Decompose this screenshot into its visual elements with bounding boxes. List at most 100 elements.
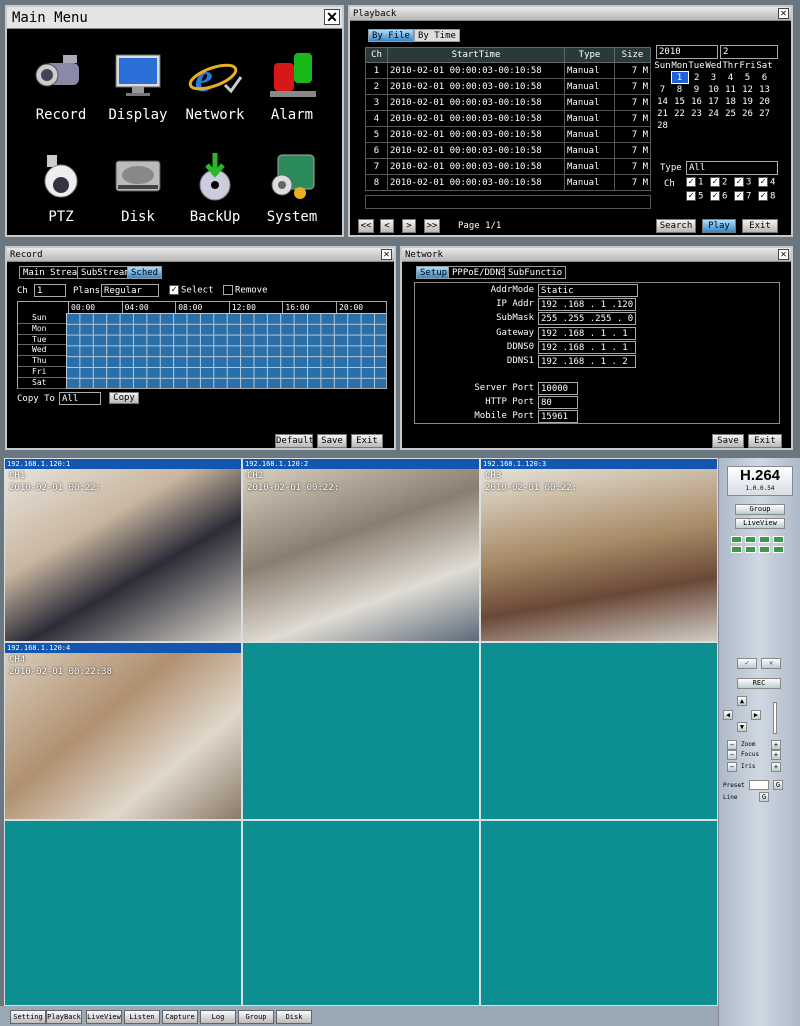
tab-main-stream[interactable]: Main Strea [19,266,82,279]
network-port-input[interactable]: 15961 [538,410,578,424]
nav-next-button[interactable]: > [402,219,416,233]
layout-full-button[interactable] [731,546,742,553]
network-port-input[interactable]: 10000 [538,382,578,395]
bottom-tab[interactable]: Listen [124,1010,160,1024]
nav-first-button[interactable]: << [358,219,374,233]
table-row[interactable]: 3 2010-02-01 00:00:03-00:10:58 Manual 7 M [365,94,651,111]
network-close-button[interactable]: ✕ [778,249,789,260]
network-field-input[interactable]: 192 .168 . 1 . 2 [538,355,636,368]
bottom-tab[interactable]: Log [200,1010,236,1024]
rec-button[interactable]: REC [737,678,781,689]
calendar-day[interactable]: 1 [670,71,689,84]
liveview-button[interactable]: LiveView [735,518,785,529]
table-row[interactable]: 5 2010-02-01 00:00:03-00:10:58 Manual 7 M [365,126,651,143]
calendar-day[interactable]: 23 [688,108,705,120]
nav-last-button[interactable]: >> [424,219,440,233]
menu-item-backup[interactable]: BackUp [175,151,255,225]
playback-exit-button[interactable]: Exit [742,219,778,233]
zoom-plus-button[interactable]: + [771,740,781,750]
bottom-tab[interactable]: Capture [162,1010,198,1024]
calendar-day[interactable]: 2 [688,72,705,84]
tab-by-file[interactable]: By File [368,29,414,42]
menu-item-system[interactable]: System [252,151,332,225]
channel-option[interactable]: ✓ 2 [710,177,734,188]
menu-item-disk[interactable]: Disk [98,151,178,225]
channel-option[interactable]: ✓ 8 [758,190,782,201]
calendar-day[interactable]: 25 [722,108,739,120]
default-button[interactable]: Default [275,434,314,448]
iris-minus-button[interactable]: − [727,762,737,772]
tab-by-time[interactable]: By Time [414,29,460,42]
nav-prev-button[interactable]: < [380,219,394,233]
preset-go-button[interactable]: G [773,780,783,790]
schedule-grid[interactable]: 00:00 04:00 08:00 12:00 16:00 20:00 Sun Mon Tue… [17,301,387,389]
type-select[interactable]: All [686,161,778,175]
record-exit-button[interactable]: Exit [351,434,383,448]
remove-checkbox[interactable] [223,285,233,295]
layout-prev-button[interactable] [759,546,770,553]
play-button[interactable]: Play [702,219,736,233]
ptz-right-icon[interactable]: ▶ [751,710,761,720]
channel-option[interactable]: ✓ 4 [758,177,782,188]
calendar-day[interactable]: 14 [654,96,671,108]
tab-substream[interactable]: SubStream [77,266,134,279]
channel-checkbox[interactable]: ✓ [734,190,744,201]
camera-tile-5[interactable] [242,642,480,820]
calendar-day[interactable]: 26 [739,108,756,120]
select-checkbox[interactable]: ✓ [169,285,179,295]
channel-checkbox[interactable]: ✓ [734,177,744,187]
camera-tile-2[interactable]: 192.168.1.120:2 CH2 2010-02-01 00:22: [242,458,480,642]
calendar-day[interactable]: 28 [654,120,671,132]
layout-16-button[interactable] [773,536,784,543]
main-menu-close-button[interactable]: ✕ [324,9,340,25]
cancel-icon[interactable]: ✕ [761,658,781,669]
network-port-input[interactable]: 80 [538,396,578,410]
iris-plus-button[interactable]: + [771,762,781,772]
camera-tile-7[interactable] [4,820,242,1006]
calendar-day[interactable]: 21 [654,108,671,120]
calendar-day[interactable]: 24 [705,108,722,120]
channel-option[interactable]: ✓ 1 [686,177,710,188]
channel-option[interactable]: ✓ 7 [734,190,758,201]
bottom-tab[interactable]: LiveView [86,1010,122,1024]
bottom-tab[interactable]: PlayBack [46,1010,82,1024]
layout-9-button[interactable] [759,536,770,543]
channel-checkbox[interactable]: ✓ [710,190,720,201]
calendar-day[interactable]: 5 [739,72,756,84]
layout-1-button[interactable] [731,536,742,543]
ptz-left-icon[interactable]: ◀ [723,710,733,720]
ptz-speed-slider[interactable] [773,702,777,734]
schedule-cells[interactable] [66,313,386,388]
calendar-day[interactable]: 4 [722,72,739,84]
menu-item-record[interactable]: Record [21,49,101,123]
network-field-input[interactable]: 192 .168 . 1 . 1 [538,326,636,340]
calendar-day[interactable]: 22 [671,108,688,120]
focus-plus-button[interactable]: + [771,750,781,760]
confirm-icon[interactable]: ✓ [737,658,757,669]
camera-tile-9[interactable] [480,820,718,1006]
tab-sched[interactable]: Sched [127,266,163,279]
camera-tile-6[interactable] [480,642,718,820]
table-row[interactable]: 2 2010-02-01 00:00:03-00:10:58 Manual 7 M [365,78,651,95]
copy-to-select[interactable]: All [59,392,101,405]
calendar-day[interactable]: 15 [671,96,688,108]
record-ch-select[interactable]: 1 [34,284,66,297]
channel-option[interactable]: ✓ 3 [734,177,758,188]
calendar-day[interactable]: 10 [705,84,722,96]
calendar-day[interactable]: 19 [739,96,756,108]
channel-checkbox[interactable]: ✓ [686,177,696,187]
ptz-up-icon[interactable]: ▲ [737,696,747,706]
ptz-down-icon[interactable]: ▼ [737,722,747,732]
calendar-day[interactable]: 20 [756,96,773,108]
calendar-day[interactable]: 27 [756,108,773,120]
month-select[interactable]: 2 [720,45,778,59]
calendar-day[interactable]: 6 [756,72,773,84]
calendar-day[interactable]: 16 [688,96,705,108]
network-field-input[interactable]: Static [538,284,638,297]
layout-4-button[interactable] [745,536,756,543]
channel-checkbox[interactable]: ✓ [710,177,720,187]
layout-next-button[interactable] [773,546,784,553]
line-go-button[interactable]: G [759,792,769,802]
tab-setup[interactable]: Setup [416,266,452,279]
menu-item-display[interactable]: Display [98,49,178,123]
